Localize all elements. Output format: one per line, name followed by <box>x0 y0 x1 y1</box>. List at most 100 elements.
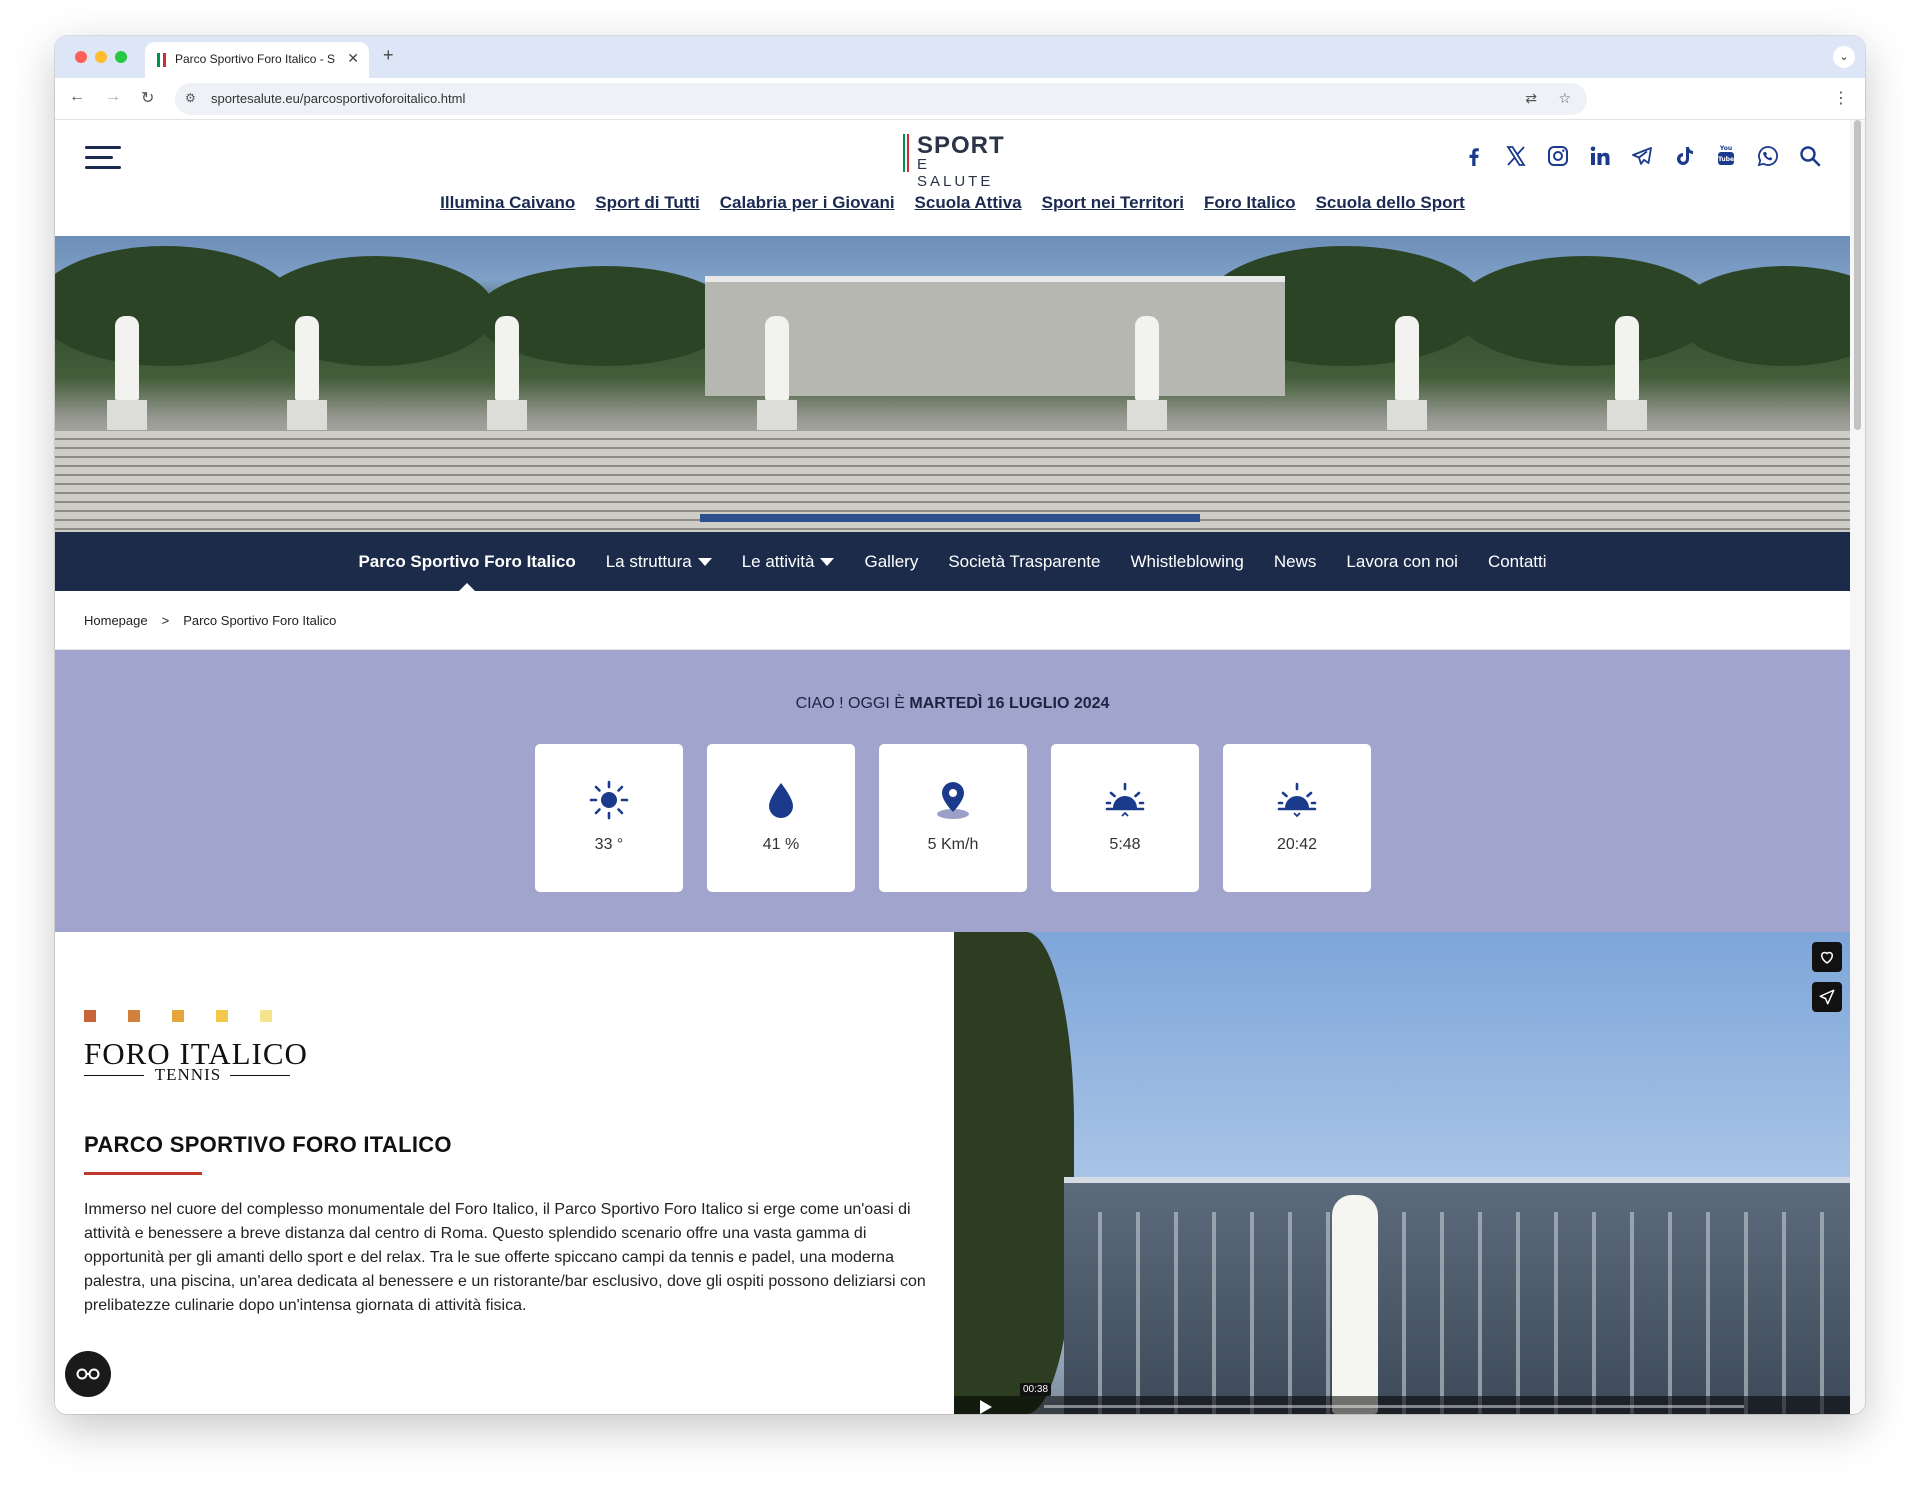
statue <box>765 316 789 400</box>
hamburger-menu-icon[interactable] <box>85 146 121 170</box>
share-send-icon[interactable] <box>1812 982 1842 1012</box>
sunrise-value: 5:48 <box>1109 836 1141 853</box>
top-link-scuola-attiva[interactable]: Scuola Attiva <box>915 193 1022 213</box>
section-title: PARCO SPORTIVO FORO ITALICO <box>84 1132 452 1157</box>
instagram-icon[interactable] <box>1542 140 1574 172</box>
top-link-sport-di-tutti[interactable]: Sport di Tutti <box>595 193 700 213</box>
play-icon[interactable] <box>980 1400 992 1414</box>
statue <box>495 316 519 400</box>
weather-card-humidity: 41 % <box>707 744 855 892</box>
title-underline <box>84 1172 202 1175</box>
subnav-contatti[interactable]: Contatti <box>1488 552 1547 572</box>
logo-divider <box>230 1075 290 1076</box>
foro-italico-tennis-logo: FORO ITALICO TENNIS <box>84 1010 307 1092</box>
subnav-label: La struttura <box>605 551 692 571</box>
caret-down-icon <box>697 557 712 566</box>
favicon-icon <box>157 53 166 67</box>
accessibility-glasses-icon[interactable] <box>65 1351 111 1397</box>
subnav-le-attivita[interactable]: Le attività <box>742 552 835 572</box>
current-date: MARTEDÌ 16 LUGLIO 2024 <box>909 695 1110 712</box>
wind-value: 5 Km/h <box>927 836 979 853</box>
location-pin-icon <box>937 782 969 819</box>
weather-cards: 33 ° 41 % 5 Km/h 5:48 20:42 <box>535 744 1371 892</box>
top-link-scuola-dello-sport[interactable]: Scuola dello Sport <box>1316 193 1465 213</box>
intro-section: FORO ITALICO TENNIS PARCO SPORTIVO FORO … <box>55 932 1850 1414</box>
window-maximize-button[interactable] <box>115 51 127 63</box>
social-links: You Tube <box>1448 140 1826 172</box>
breadcrumb-separator: > <box>161 612 170 628</box>
video-player[interactable]: 00:38 <box>954 932 1850 1414</box>
site-info-icon[interactable]: ⚙ <box>185 91 196 105</box>
statue <box>295 316 319 400</box>
address-bar[interactable]: ⚙ sportesalute.eu/parcosportivoforoitali… <box>175 83 1587 115</box>
temperature-value: 33 ° <box>594 836 624 853</box>
top-links-nav: Illumina Caivano Sport di Tutti Calabria… <box>55 193 1850 213</box>
tab-strip: Parco Sportivo Foro Italico - S ✕ + ⌄ <box>55 36 1865 78</box>
browser-tab[interactable]: Parco Sportivo Foro Italico - S ✕ <box>145 42 369 78</box>
video-progress-bar[interactable] <box>1044 1405 1744 1408</box>
weather-card-sunset: 20:42 <box>1223 744 1371 892</box>
browser-toolbar: ← → ↻ ⚙ sportesalute.eu/parcosportivofor… <box>55 78 1865 120</box>
search-icon[interactable] <box>1794 140 1826 172</box>
linkedin-icon[interactable] <box>1584 140 1616 172</box>
new-tab-button[interactable]: + <box>383 45 394 66</box>
subnav-lavora-con-noi[interactable]: Lavora con noi <box>1346 552 1458 572</box>
weather-card-temperature: 33 ° <box>535 744 683 892</box>
browser-window: Parco Sportivo Foro Italico - S ✕ + ⌄ ← … <box>55 36 1865 1414</box>
translate-icon[interactable]: ⇄ <box>1525 90 1537 107</box>
forward-arrow-icon[interactable]: → <box>105 88 121 106</box>
sunset-icon <box>1277 782 1317 818</box>
bookmark-star-icon[interactable]: ☆ <box>1558 90 1571 107</box>
caret-down-icon <box>820 557 835 566</box>
weather-card-wind: 5 Km/h <box>879 744 1027 892</box>
video-pillars <box>1064 1212 1850 1414</box>
reload-icon[interactable]: ↻ <box>141 88 154 108</box>
top-link-illumina-caivano[interactable]: Illumina Caivano <box>440 193 575 213</box>
statue <box>1395 316 1419 400</box>
breadcrumb-current: Parco Sportivo Foro Italico <box>183 612 337 628</box>
telegram-icon[interactable] <box>1626 140 1658 172</box>
whatsapp-icon[interactable] <box>1752 140 1784 172</box>
x-icon[interactable] <box>1500 140 1532 172</box>
page-scrollbar[interactable] <box>1850 120 1865 1414</box>
subnav-label: Parco Sportivo Foro Italico <box>358 551 576 571</box>
youtube-icon[interactable]: You Tube <box>1710 140 1742 172</box>
like-heart-icon[interactable] <box>1812 942 1842 972</box>
url-text[interactable]: sportesalute.eu/parcosportivoforoitalico… <box>211 91 465 106</box>
top-link-sport-nei-territori[interactable]: Sport nei Territori <box>1042 193 1184 213</box>
breadcrumb-home[interactable]: Homepage <box>84 613 148 628</box>
scrollbar-thumb[interactable] <box>1854 120 1861 430</box>
subnav-gallery[interactable]: Gallery <box>864 552 918 572</box>
weather-card-sunrise: 5:48 <box>1051 744 1199 892</box>
breadcrumb: Homepage > Parco Sportivo Foro Italico <box>55 591 1850 650</box>
subnav-whistleblowing[interactable]: Whistleblowing <box>1131 552 1244 572</box>
subnav-parco-sportivo-foro-italico[interactable]: Parco Sportivo Foro Italico <box>358 551 576 593</box>
humidity-value: 41 % <box>762 836 800 853</box>
browser-menu-icon[interactable]: ⋮ <box>1833 88 1849 108</box>
subnav-news[interactable]: News <box>1274 552 1317 572</box>
sun-icon <box>589 780 629 820</box>
subnav-societa-trasparente[interactable]: Società Trasparente <box>948 552 1100 572</box>
sport-e-salute-logo[interactable]: SPORT E SALUTE <box>903 132 1013 190</box>
subnav-label: Le attività <box>741 551 815 571</box>
svg-text:Tube: Tube <box>1718 156 1734 163</box>
tiktok-icon[interactable] <box>1668 140 1700 172</box>
web-page: SPORT E SALUTE You Tube Illumina Caivano… <box>55 120 1865 1414</box>
video-tree <box>954 932 1074 1414</box>
statue <box>1135 316 1159 400</box>
top-link-calabria-per-i-giovani[interactable]: Calabria per i Giovani <box>720 193 895 213</box>
hero-stadium <box>705 276 1285 396</box>
logo-dots <box>84 1010 272 1022</box>
logo-divider <box>84 1075 144 1076</box>
top-link-foro-italico[interactable]: Foro Italico <box>1204 193 1296 213</box>
tab-title: Parco Sportivo Foro Italico - S <box>175 52 336 66</box>
window-close-button[interactable] <box>75 51 87 63</box>
subnav-la-struttura[interactable]: La struttura <box>606 552 712 572</box>
facebook-icon[interactable] <box>1458 140 1490 172</box>
tab-close-icon[interactable]: ✕ <box>347 50 359 67</box>
site-header: SPORT E SALUTE You Tube Illumina Caivano… <box>55 120 1850 236</box>
window-minimize-button[interactable] <box>95 51 107 63</box>
back-arrow-icon[interactable]: ← <box>69 88 85 106</box>
logo-subtitle: TENNIS <box>154 1065 222 1084</box>
tab-search-chevron-icon[interactable]: ⌄ <box>1833 46 1855 68</box>
